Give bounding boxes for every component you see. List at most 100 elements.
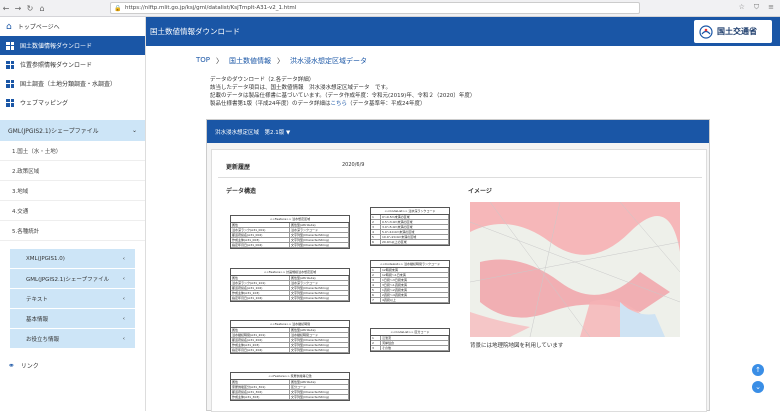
address-bar[interactable]: 🔒 https://nlftp.mlit.go.jp/ksj/gml/datal… — [110, 2, 640, 14]
divider — [218, 177, 702, 178]
uml-table-cell: 作成主体(A31_303) — [231, 395, 290, 399]
accordion-gml[interactable]: GML(JPGIS2.1)シェープファイル ‹ — [10, 269, 135, 288]
sidebar-item-webmap[interactable]: ウェブマッピング — [0, 93, 145, 112]
uml-table: <<Feature>> 計画規模浸水想定区域 属性 属性型(Attribute) 浸水… — [230, 268, 350, 302]
reload-icon[interactable]: ↻ — [24, 4, 36, 13]
uml-table-cell: 20.0m以上の区域 — [381, 240, 449, 244]
back-icon[interactable]: ← — [0, 4, 12, 13]
sidebar-subitem[interactable]: 3.地域 — [0, 181, 145, 201]
uml-table-title: <<Feature>> 浸水想定区域 — [231, 216, 349, 223]
uml-table-row: 7 4週間以上 — [371, 298, 449, 303]
uml-table-cell: 浸水深ランクコード — [290, 228, 349, 232]
uml-table-cell: 都道府県名(A31_302) — [231, 390, 290, 394]
menu-icon[interactable]: ≡ — [768, 3, 774, 12]
uml-table-cell: 区分コード — [290, 385, 349, 389]
uml-table: <<Feature>> 浸水想定区域 属性 属性型(Attribute) 浸水深ランク… — [230, 215, 350, 249]
sidebar-subitem[interactable]: 5.各種統計 — [0, 221, 145, 241]
uml-table-cell: 3 — [371, 278, 381, 282]
uml-table-cell: 文字列型(CharacterString) — [290, 243, 349, 247]
breadcrumb-current[interactable]: 洪水浸水想定区域データ — [290, 56, 367, 66]
sidebar-subitem[interactable]: 4.交通 — [0, 201, 145, 221]
uml-table-cell: 河岸侵食 — [381, 341, 449, 345]
uml-table-cell: 6 — [371, 293, 381, 297]
accordion-text[interactable]: テキスト ‹ — [10, 289, 135, 308]
old-spec-link[interactable]: こちら — [331, 101, 348, 107]
uml-table-title: <<CodeList>> 浸水継続時間ランクコード — [371, 261, 449, 268]
map-caption: 背景には地理院地図を利用しています — [470, 343, 564, 349]
sidebar: ⌂ トップページへ 国土数値情報ダウンロード 位置参照情報ダウンロード 国土調査… — [0, 17, 146, 411]
uml-table-row: 指定年月日(A31_204) 文字列型(CharacterString) — [231, 348, 349, 353]
uml-table-cell: 属性型(Attribute) — [290, 223, 349, 227]
scroll-down-icon[interactable]: ⌄ — [752, 381, 764, 393]
forward-icon[interactable]: → — [12, 4, 24, 13]
uml-table-cell: 属性 — [231, 223, 290, 227]
site-title[interactable]: 国土数値情報ダウンロード — [150, 26, 240, 37]
uml-table-cell: 1週間～2週間未満 — [381, 288, 449, 292]
chevron-left-icon: ‹ — [122, 315, 125, 322]
browser-toolbar: ← → ↻ ⌂ 🔒 https://nlftp.mlit.go.jp/ksj/g… — [0, 0, 780, 17]
uml-table-cell: 浸水深ランクコード — [290, 281, 349, 285]
breadcrumb-info[interactable]: 国土数値情報 — [229, 56, 271, 66]
sidebar-item-location[interactable]: 位置参照情報ダウンロード — [0, 55, 145, 74]
uml-table-cell: 1日間～3日間未満 — [381, 278, 449, 282]
uml-table-cell: 2 — [371, 341, 381, 345]
sidebar-item-ksj[interactable]: 国土数値情報ダウンロード — [0, 36, 145, 55]
scroll-up-icon[interactable]: ↑ — [752, 364, 764, 376]
uml-table-cell: 5.0～10.0m未満の区域 — [381, 230, 449, 234]
sidebar-subitem[interactable]: 2.政策区域 — [0, 161, 145, 181]
shield-icon[interactable]: ⛉ — [754, 3, 759, 12]
uml-table-cell: 4週間以上 — [381, 298, 449, 302]
uml-table: <<CodeList>> 浸水深ランクコード 1 0～0.5m未満の区域 2 0.5～3… — [370, 207, 450, 246]
uml-table-cell: 属性 — [231, 328, 290, 332]
uml-table: <<Feature>> 家屋倒壊等氾濫 属性 属性型(Attribute) 家屋倒壊区… — [230, 372, 350, 401]
uml-table-cell: 属性 — [231, 380, 290, 384]
uml-table-title: <<Feature>> 計画規模浸水想定区域 — [231, 269, 349, 276]
main-content: TOP 〉 国土数値情報 〉 洪水浸水想定区域データ データのダウンロード（2.… — [146, 46, 780, 412]
site-header: 国土数値情報ダウンロード 国土交通省 — [146, 17, 780, 46]
uml-table-cell: 家屋倒壊区分(A31_301) — [231, 385, 290, 389]
uml-table-cell: 2週間～4週間未満 — [381, 293, 449, 297]
home-icon[interactable]: ⌂ — [36, 4, 48, 13]
uml-table-cell: 指定年月日(A31_204) — [231, 348, 290, 352]
accordion-xml[interactable]: XML(JPGIS1.0) ‹ — [10, 249, 135, 268]
uml-table-cell: 文字列型(CharacterString) — [290, 238, 349, 242]
grid-icon — [6, 60, 14, 69]
uml-table-cell: 都道府県名(A31_102) — [231, 286, 290, 290]
uml-table-cell: 作成主体(A31_203) — [231, 343, 290, 347]
uml-table-cell: 12時間未満 — [381, 268, 449, 272]
sidebar-link[interactable]: ⚭ リンク — [0, 356, 145, 374]
history-value: 2020/6/9 — [342, 162, 365, 168]
uml-table-cell: 作成主体(A31_103) — [231, 291, 290, 295]
chevron-left-icon: ‹ — [122, 255, 125, 262]
bookmark-icon[interactable]: ☆ — [739, 3, 745, 12]
sidebar-section-gml[interactable]: GML(JPGIS2.1)シェープファイル ⌄ — [0, 120, 145, 141]
accordion-useful[interactable]: お役立ち情報 ‹ — [10, 329, 135, 348]
home-icon: ⌂ — [6, 21, 12, 32]
accordion-basic[interactable]: 基本情報 ‹ — [10, 309, 135, 328]
uml-table-cell: 属性 — [231, 276, 290, 280]
chevron-left-icon: ‹ — [122, 295, 125, 302]
flood-map-image — [470, 202, 680, 337]
uml-table-cell: 12時間～1日未満 — [381, 273, 449, 277]
uml-table-row: 指定年月日(A31_104) 文字列型(CharacterString) — [231, 296, 349, 301]
version-select[interactable]: 洪水浸水想定区域 第2.1版 ▼ — [207, 120, 709, 143]
mlit-logo[interactable]: 国土交通省 — [694, 20, 772, 43]
uml-table-cell: 文字列型(CharacterString) — [290, 395, 349, 399]
uml-table-cell: 指定年月日(A31_004) — [231, 243, 290, 247]
uml-table-cell: 文字列型(CharacterString) — [290, 296, 349, 300]
chevron-left-icon: ‹ — [122, 335, 125, 342]
uml-table-cell: 属性型(Attribute) — [290, 380, 349, 384]
uml-table-cell: 4 — [371, 283, 381, 287]
uml-table-cell: 10.0～20.0m未満の区域 — [381, 235, 449, 239]
uml-table-cell: 文字列型(CharacterString) — [290, 390, 349, 394]
breadcrumb-top[interactable]: TOP — [196, 56, 210, 66]
uml-table-cell: 3日間～1週間未満 — [381, 283, 449, 287]
uml-table-cell: 6 — [371, 240, 381, 244]
sidebar-subitem[interactable]: 1.国土（水・土地） — [0, 141, 145, 161]
uml-table-cell: 1 — [371, 215, 381, 219]
sidebar-item-top[interactable]: ⌂ トップページへ — [0, 17, 145, 36]
uml-table-cell: 浸水深ランク(A31_001) — [231, 228, 290, 232]
uml-table-title: <<Feature>> 浸水継続時間 — [231, 321, 349, 328]
sidebar-item-survey[interactable]: 国土調査（土地分類調査・水調査） — [0, 74, 145, 93]
link-icon: ⚭ — [8, 360, 15, 370]
